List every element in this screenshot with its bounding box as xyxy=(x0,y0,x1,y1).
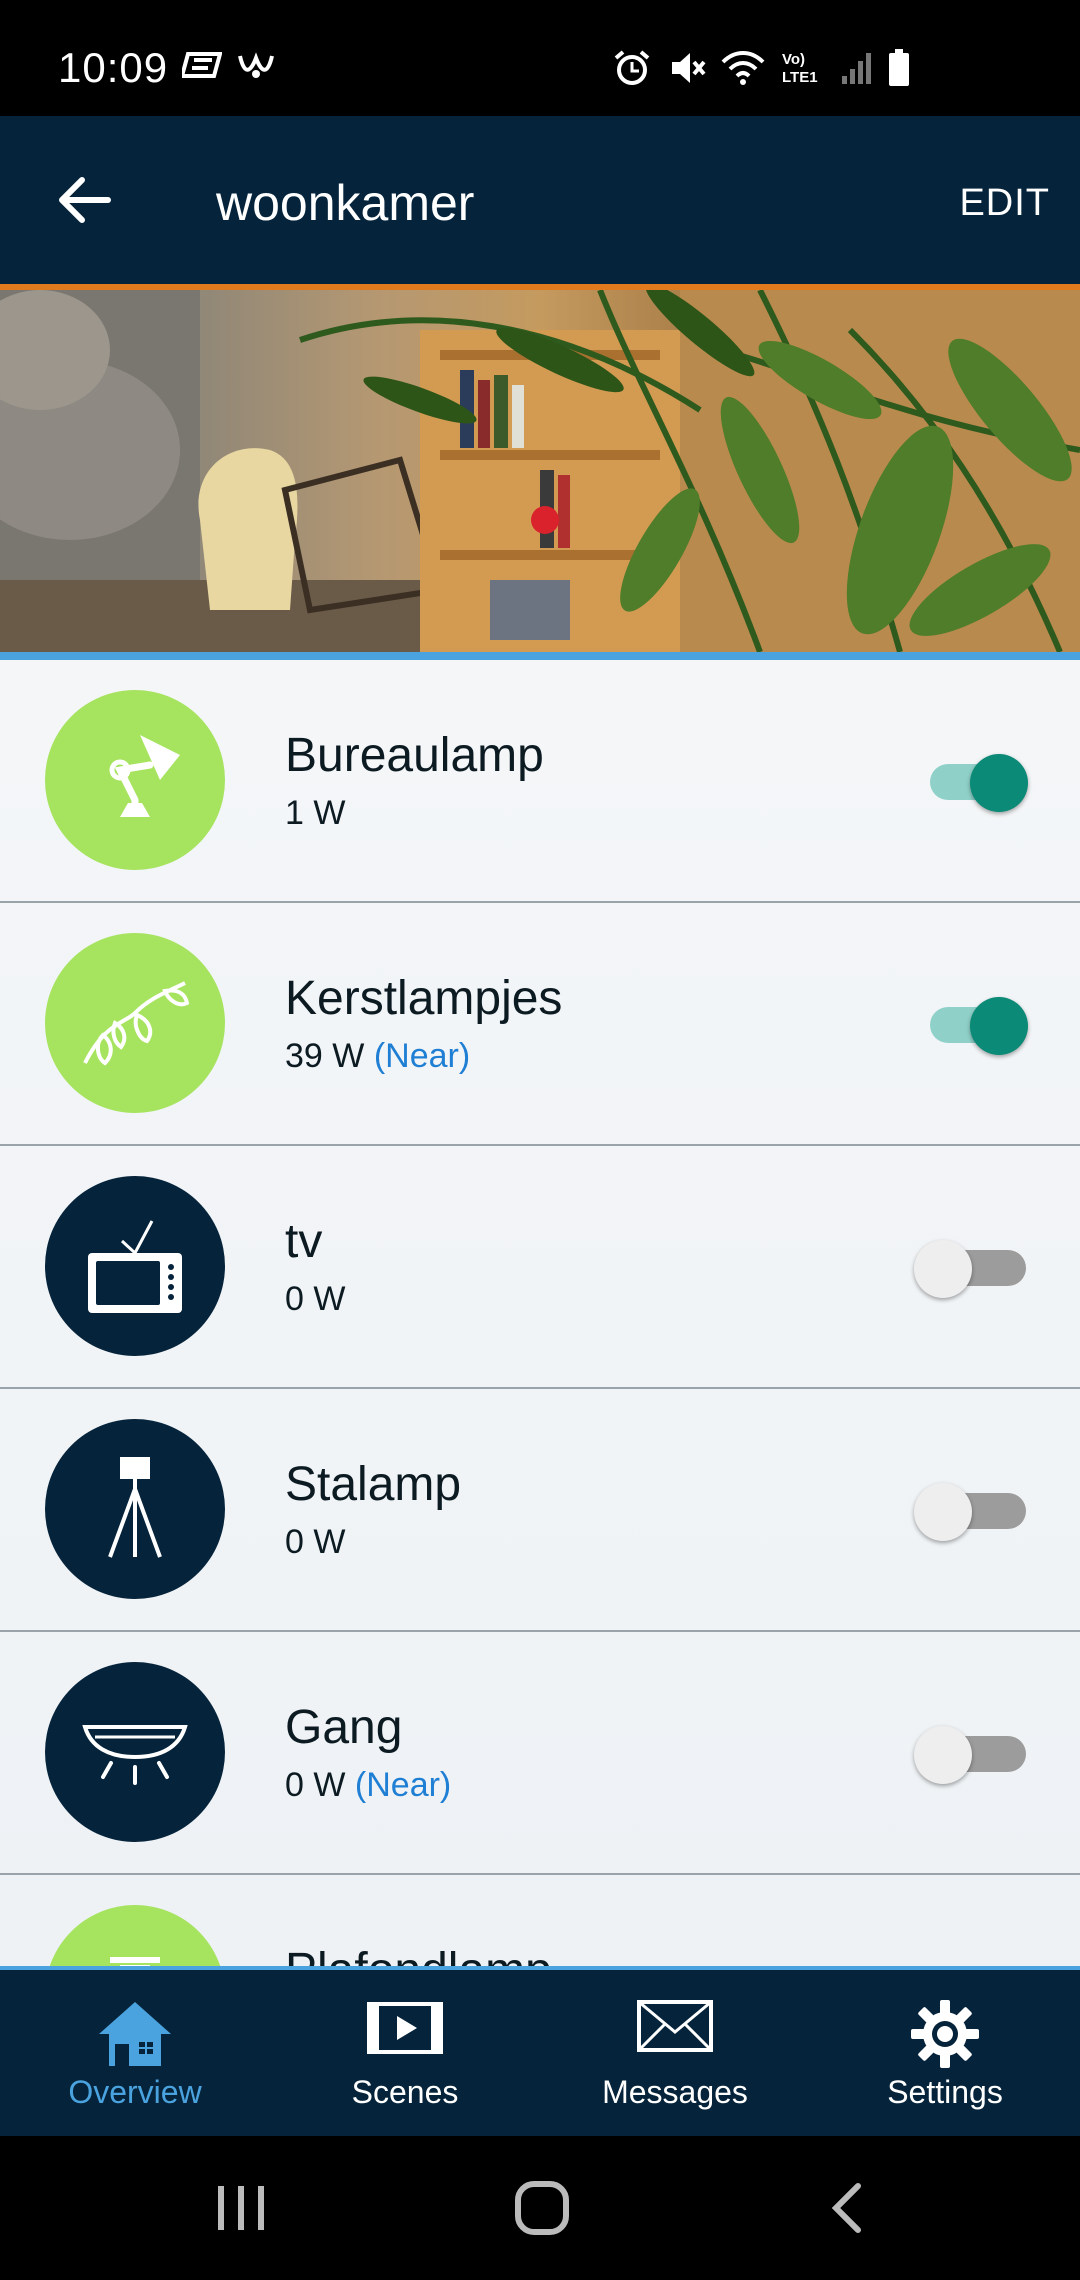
desk-lamp-icon xyxy=(109,735,180,817)
device-row-plafondlamp[interactable]: Plafondlamp xyxy=(0,1875,1080,1966)
device-power: 0 W xyxy=(285,1280,345,1319)
device-power-value: 39 W xyxy=(285,1037,365,1075)
gear-icon xyxy=(911,2000,979,2068)
device-toggle[interactable] xyxy=(930,754,1028,812)
recent-apps-icon[interactable] xyxy=(214,2182,268,2234)
device-row-tv[interactable]: tv 0 W xyxy=(0,1146,1080,1389)
device-power-value: 0 W xyxy=(285,1280,346,1318)
ceiling-light-icon xyxy=(82,1725,188,1785)
device-row-bureaulamp[interactable]: Bureaulamp 1 W xyxy=(0,660,1080,903)
scenes-icon xyxy=(367,2002,443,2054)
home-icon xyxy=(99,2002,171,2066)
status-time: 10:09 xyxy=(58,44,169,91)
room-photo xyxy=(0,290,1080,652)
nav-settings[interactable]: Settings xyxy=(810,1970,1080,2136)
device-icon-circle xyxy=(45,1176,225,1356)
nav-overview[interactable]: Overview xyxy=(0,1970,270,2136)
page-title: woonkamer xyxy=(216,175,475,231)
device-power-value: 1 W xyxy=(285,794,346,832)
edit-button[interactable]: EDIT xyxy=(959,182,1050,225)
device-list: Bureaulamp 1 W Kerstlampjes 39 W (Near) xyxy=(0,660,1080,1966)
app-notification-icon xyxy=(182,52,222,78)
device-power-value: 0 W xyxy=(285,1523,346,1561)
nav-label: Overview xyxy=(68,2074,202,2110)
device-toggle[interactable] xyxy=(914,1726,1026,1784)
home-button-icon[interactable] xyxy=(514,2180,570,2236)
back-arrow-icon[interactable] xyxy=(52,168,116,232)
device-toggle[interactable] xyxy=(914,1240,1026,1298)
volte-icon: Vo) LTE1 xyxy=(782,51,818,86)
nav-messages[interactable]: Messages xyxy=(540,1970,810,2136)
app-bar: woonkamer EDIT xyxy=(0,116,1080,284)
nav-scenes[interactable]: Scenes xyxy=(270,1970,540,2136)
device-icon-circle xyxy=(45,933,225,1113)
back-button-icon[interactable] xyxy=(826,2182,866,2234)
device-icon-circle xyxy=(45,690,225,870)
status-bar: 10:09 Vo) LTE1 xyxy=(0,0,1080,116)
device-near-label: (Near) xyxy=(354,1766,452,1804)
device-icon-circle xyxy=(45,1905,225,1966)
device-icon-circle xyxy=(45,1662,225,1842)
device-name: Bureaulamp xyxy=(285,729,544,782)
string-lights-icon xyxy=(83,981,190,1066)
mute-icon xyxy=(672,53,706,83)
device-power: 0 W xyxy=(285,1523,345,1562)
device-name: tv xyxy=(285,1215,323,1268)
photo-divider xyxy=(0,652,1080,660)
device-row-kerstlampjes[interactable]: Kerstlampjes 39 W (Near) xyxy=(0,903,1080,1146)
nav-label: Messages xyxy=(602,2074,748,2110)
app-notification-icon-2 xyxy=(238,52,274,78)
device-name: Stalamp xyxy=(285,1458,462,1511)
alarm-icon xyxy=(614,50,650,85)
device-icon-circle xyxy=(45,1419,225,1599)
floor-lamp-icon xyxy=(108,1457,162,1558)
device-name: Gang xyxy=(285,1701,403,1754)
device-name: Plafondlamp xyxy=(285,1943,552,1966)
signal-icon xyxy=(842,53,871,84)
device-power: 39 W (Near) xyxy=(285,1037,470,1076)
device-toggle[interactable] xyxy=(914,1483,1026,1541)
tv-icon xyxy=(88,1220,182,1313)
device-power: 0 W (Near) xyxy=(285,1766,451,1805)
nav-label: Settings xyxy=(887,2074,1003,2110)
envelope-icon xyxy=(637,2000,713,2052)
device-power-value: 0 W xyxy=(285,1766,346,1804)
device-row-stalamp[interactable]: Stalamp 0 W xyxy=(0,1389,1080,1632)
svg-text:LTE1: LTE1 xyxy=(782,69,818,86)
device-near-label: (Near) xyxy=(373,1037,471,1075)
wifi-icon xyxy=(721,51,765,85)
device-power: 1 W xyxy=(285,794,345,833)
device-row-gang[interactable]: Gang 0 W (Near) xyxy=(0,1632,1080,1875)
svg-text:Vo): Vo) xyxy=(782,51,805,68)
device-toggle[interactable] xyxy=(930,997,1028,1055)
device-name: Kerstlampjes xyxy=(285,972,563,1025)
nav-label: Scenes xyxy=(351,2074,459,2110)
pendant-lamp-icon xyxy=(110,1957,160,1966)
bottom-navigation: Overview Scenes Messages Settings xyxy=(0,1966,1080,2136)
battery-icon xyxy=(889,49,909,86)
system-navigation-bar xyxy=(0,2136,1080,2280)
